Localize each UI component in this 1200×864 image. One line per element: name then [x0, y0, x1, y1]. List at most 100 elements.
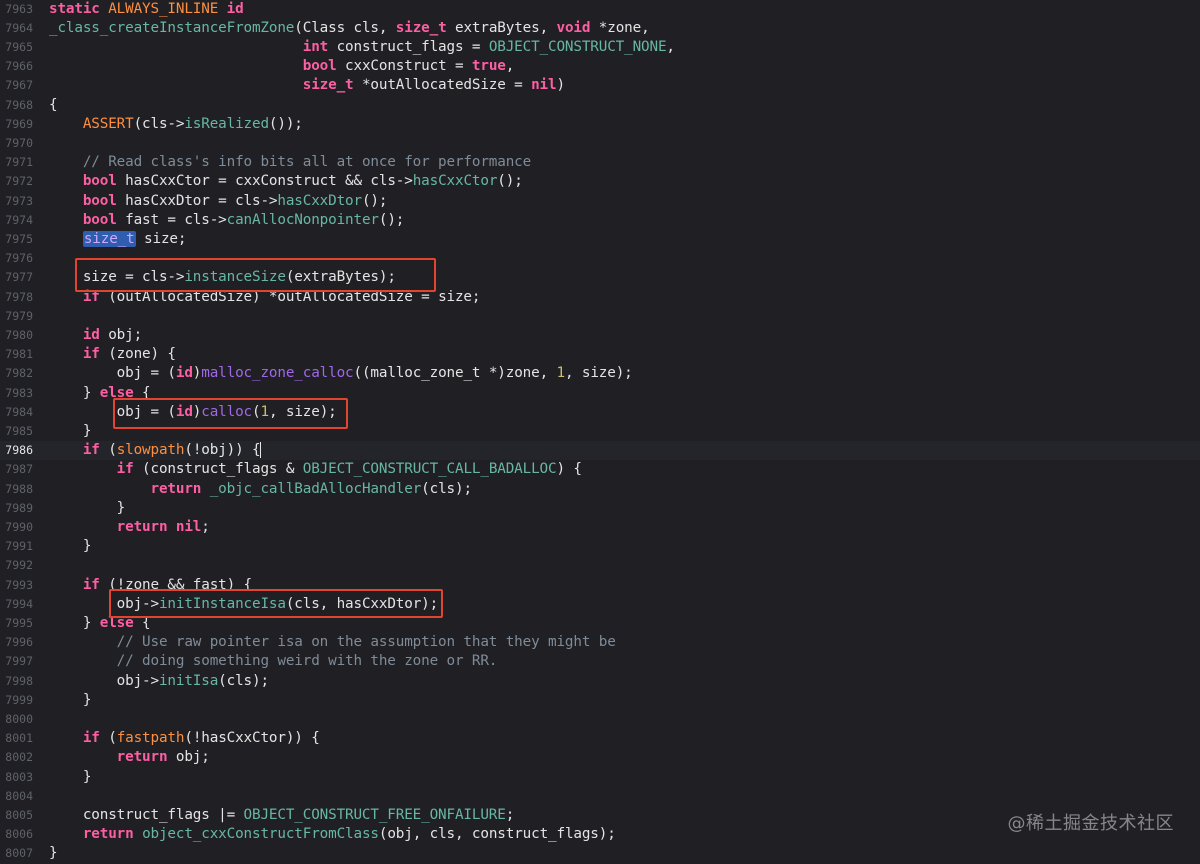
code-line[interactable]: 7987 if (construct_flags & OBJECT_CONSTR…	[0, 460, 1200, 479]
code-line[interactable]: 7991 }	[0, 537, 1200, 556]
code-token: }	[49, 615, 100, 631]
code-token: // Use raw pointer isa on the assumption…	[116, 634, 616, 651]
line-number: 8006	[5, 827, 33, 842]
code-token: size_t	[302, 77, 354, 94]
code-token: return	[116, 749, 168, 766]
code-token: id	[82, 327, 100, 343]
code-line[interactable]: 7990 return nil;	[0, 518, 1200, 537]
code-line[interactable]: 8003 }	[0, 768, 1200, 787]
code-line[interactable]: 7982 obj = (id)malloc_zone_calloc((mallo…	[0, 364, 1200, 383]
code-token: )	[556, 77, 565, 94]
code-token: (construct_flags &	[133, 461, 303, 478]
code-token: (cls);	[218, 672, 269, 689]
code-line[interactable]: 7971 // Read class's info bits all at on…	[0, 153, 1200, 172]
code-text: obj = (id)malloc_zone_calloc((malloc_zon…	[49, 364, 633, 383]
code-line[interactable]: 8002 return obj;	[0, 748, 1200, 767]
code-token: fastpath	[116, 730, 185, 747]
code-text: construct_flags |= OBJECT_CONSTRUCT_FREE…	[49, 806, 515, 825]
code-token: }	[49, 499, 126, 516]
code-line[interactable]: 7967 size_t *outAllocatedSize = nil)	[0, 76, 1200, 95]
code-line[interactable]: 7972 bool hasCxxCtor = cxxConstruct && c…	[0, 172, 1200, 191]
code-line[interactable]: 8004	[0, 787, 1200, 806]
code-token: ();	[497, 173, 523, 190]
code-token: (Class cls,	[294, 19, 396, 36]
code-token: if	[82, 442, 100, 459]
line-number: 7968	[5, 97, 33, 112]
code-line[interactable]: 8000	[0, 710, 1200, 729]
code-token: if	[82, 730, 100, 747]
code-line[interactable]: 7973 bool hasCxxDtor = cls->hasCxxDtor()…	[0, 192, 1200, 211]
line-number: 7974	[5, 212, 33, 227]
line-number: 7972	[5, 174, 33, 189]
code-line[interactable]: 7966 bool cxxConstruct = true,	[0, 57, 1200, 76]
code-line[interactable]: 7968 {	[0, 96, 1200, 115]
line-number: 7975	[5, 232, 33, 246]
code-token: // Read class's info bits all at once fo…	[82, 154, 532, 171]
code-text: bool cxxConstruct = true,	[49, 57, 515, 76]
code-token: ((malloc_zone_t *)zone,	[353, 365, 557, 382]
line-number: 7970	[5, 136, 33, 150]
code-token: (cls);	[421, 480, 472, 497]
code-line[interactable]: 7969 ASSERT(cls->isRealized());	[0, 115, 1200, 134]
line-number: 7966	[5, 59, 33, 74]
code-text: return object_cxxConstructFromClass(obj,…	[49, 825, 616, 844]
code-text: size_t size;	[49, 230, 186, 249]
code-text: if (fastpath(!hasCxxCtor)) {	[49, 729, 320, 748]
code-line[interactable]: 8001 if (fastpath(!hasCxxCtor)) {	[0, 729, 1200, 748]
code-token: bool	[82, 173, 117, 190]
code-token: ALWAYS_INLINE	[108, 0, 227, 17]
code-editor[interactable]: 7963 static ALWAYS_INLINE id 7964 _class_cr…	[0, 0, 1200, 861]
code-line[interactable]: 8007}	[0, 844, 1200, 863]
code-line[interactable]: 7980 id obj;	[0, 326, 1200, 345]
code-line[interactable]: 7970	[0, 134, 1200, 153]
code-line[interactable]: 7989 }	[0, 499, 1200, 518]
text-cursor	[260, 442, 262, 459]
code-token: id	[226, 0, 244, 17]
code-line[interactable]: 7974 bool fast = cls->canAllocNonpointer…	[0, 211, 1200, 230]
code-token: ,	[666, 39, 675, 55]
line-number: 7963	[5, 1, 33, 16]
code-token: {	[49, 96, 58, 113]
code-token: )	[192, 365, 202, 382]
code-token: int	[302, 39, 329, 55]
code-line[interactable]: 7981 if (zone) {	[0, 345, 1200, 364]
code-token: if	[82, 346, 100, 363]
code-line[interactable]: 7986 if (slowpath(!obj)) {	[0, 441, 1200, 461]
code-line[interactable]: 7999 }	[0, 691, 1200, 710]
code-token: canAllocNonpointer	[226, 211, 379, 228]
code-token: ;	[201, 519, 210, 535]
code-line[interactable]: 7963 static ALWAYS_INLINE id	[0, 0, 1200, 19]
code-token: ASSERT	[82, 115, 134, 132]
code-line[interactable]: 7996 // Use raw pointer isa on the assum…	[0, 633, 1200, 652]
code-token: (cls->	[133, 115, 185, 132]
code-token: 1	[556, 365, 565, 382]
code-line[interactable]: 7964 _class_createInstanceFromZone(Class …	[0, 19, 1200, 38]
code-line[interactable]: 7979	[0, 307, 1200, 326]
code-token: cxxConstruct =	[336, 58, 472, 75]
code-token: , size);	[564, 365, 633, 382]
code-line[interactable]: 7997 // doing something weird with the z…	[0, 652, 1200, 671]
line-number: 7980	[5, 328, 33, 342]
code-token: size_t	[395, 19, 447, 36]
highlight-box-calloc	[113, 398, 348, 429]
code-token: (	[99, 730, 117, 747]
code-line[interactable]: 7992	[0, 556, 1200, 575]
line-number: 7989	[5, 500, 33, 515]
code-text: }	[49, 537, 92, 556]
code-line[interactable]: 7998 obj->initIsa(cls);	[0, 672, 1200, 691]
code-token: OBJECT_CONSTRUCT_NONE	[488, 39, 667, 55]
code-line[interactable]: 7988 return _objc_callBadAllocHandler(cl…	[0, 480, 1200, 499]
code-token: return	[116, 519, 168, 535]
code-line[interactable]: 7965 int construct_flags = OBJECT_CONSTR…	[0, 38, 1200, 57]
code-line[interactable]: 7975 size_t size;	[0, 230, 1200, 249]
code-token: *outAllocatedSize =	[353, 77, 532, 94]
